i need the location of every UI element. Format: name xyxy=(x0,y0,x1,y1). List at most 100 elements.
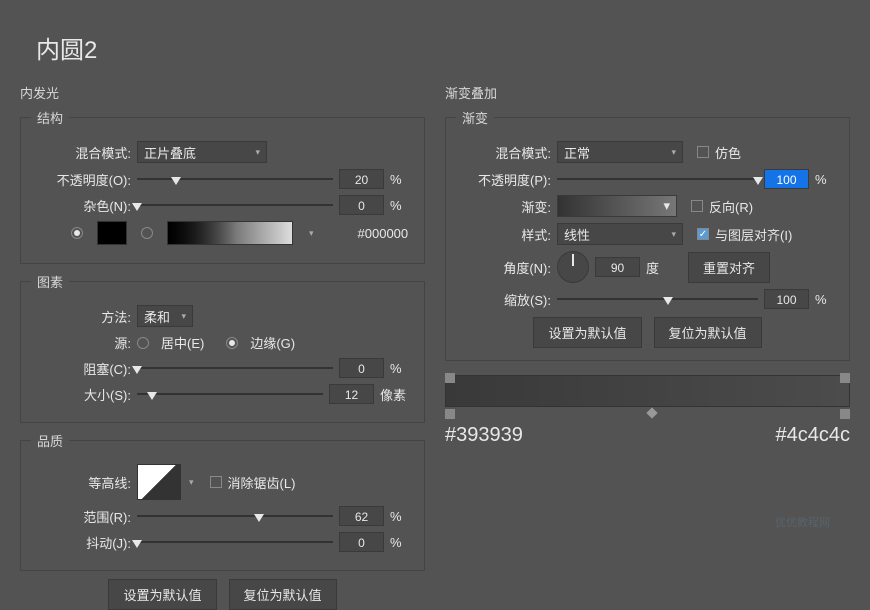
color-hex: #000000 xyxy=(358,226,409,241)
range-unit: % xyxy=(390,509,414,524)
opacity-stop-right[interactable] xyxy=(840,373,850,383)
scale-slider[interactable] xyxy=(557,290,758,308)
size-input[interactable]: 12 xyxy=(329,384,374,404)
reset-default-button[interactable]: 复位为默认值 xyxy=(229,579,337,610)
gradient-preview[interactable] xyxy=(445,375,850,407)
reverse-label: 反向(R) xyxy=(709,197,753,216)
align-label: 与图层对齐(I) xyxy=(715,225,792,244)
angle-label: 角度(N): xyxy=(456,258,551,277)
style-label: 样式: xyxy=(456,225,551,244)
scale-unit: % xyxy=(815,292,839,307)
range-slider[interactable] xyxy=(137,507,333,525)
elements-legend: 图素 xyxy=(31,272,69,291)
noise-unit: % xyxy=(390,198,414,213)
color-stop-right[interactable] xyxy=(840,409,850,419)
go-reset-default-button[interactable]: 复位为默认值 xyxy=(654,317,762,348)
color-stop-left[interactable] xyxy=(445,409,455,419)
source-edge-radio[interactable] xyxy=(226,337,238,349)
noise-slider[interactable] xyxy=(137,196,333,214)
chevron-down-icon: ▾ xyxy=(671,147,676,158)
size-unit: 像素 xyxy=(380,385,414,404)
blend-mode-label: 混合模式: xyxy=(31,143,131,162)
color-radio[interactable] xyxy=(71,227,83,239)
reset-align-button[interactable]: 重置对齐 xyxy=(688,252,770,283)
angle-input[interactable]: 90 xyxy=(595,257,640,277)
go-opacity-label: 不透明度(P): xyxy=(456,170,551,189)
noise-label: 杂色(N): xyxy=(31,196,131,215)
source-center-label: 居中(E) xyxy=(161,333,204,352)
midpoint-icon[interactable] xyxy=(646,407,657,418)
technique-label: 方法: xyxy=(31,307,131,326)
gradient-radio[interactable] xyxy=(141,227,153,239)
inner-glow-title: 内发光 xyxy=(20,83,425,102)
antialias-label: 消除锯齿(L) xyxy=(228,473,296,492)
stop-hex-left: #393939 xyxy=(445,424,523,447)
gradient-overlay-panel: 渐变叠加 渐变 混合模式: 正常▾ 仿色 不透明度(P): 100 % 渐变: … xyxy=(445,83,850,610)
jitter-label: 抖动(J): xyxy=(31,533,131,552)
reverse-checkbox[interactable] xyxy=(691,200,703,212)
opacity-unit: % xyxy=(390,172,414,187)
gradient-group: 渐变 混合模式: 正常▾ 仿色 不透明度(P): 100 % 渐变: ▾ 反向(… xyxy=(445,108,850,361)
page-title: 内圆2 xyxy=(0,0,870,65)
jitter-input[interactable]: 0 xyxy=(339,532,384,552)
gradient-swatch[interactable] xyxy=(167,221,293,245)
opacity-label: 不透明度(O): xyxy=(31,170,131,189)
chevron-down-icon: ▾ xyxy=(671,229,676,240)
gradient-editor[interactable]: #393939 #4c4c4c xyxy=(445,375,850,407)
antialias-checkbox[interactable] xyxy=(210,476,222,488)
structure-legend: 结构 xyxy=(31,108,69,127)
quality-group: 品质 等高线: ▾ 消除锯齿(L) 范围(R): 62 % 抖动(J): 0 % xyxy=(20,431,425,571)
chevron-down-icon: ▾ xyxy=(181,311,186,322)
gradient-dropdown[interactable]: ▾ xyxy=(557,195,677,217)
dither-checkbox[interactable] xyxy=(697,146,709,158)
chevron-down-icon: ▾ xyxy=(663,198,670,214)
color-swatch[interactable] xyxy=(97,221,127,245)
go-blend-mode-dropdown[interactable]: 正常▾ xyxy=(557,141,683,163)
size-label: 大小(S): xyxy=(31,385,131,404)
jitter-unit: % xyxy=(390,535,414,550)
choke-slider[interactable] xyxy=(137,359,333,377)
go-opacity-input[interactable]: 100 xyxy=(764,169,809,189)
chevron-down-icon: ▾ xyxy=(255,147,260,158)
size-slider[interactable] xyxy=(137,385,323,403)
opacity-stop-left[interactable] xyxy=(445,373,455,383)
go-blend-mode-label: 混合模式: xyxy=(456,143,551,162)
gradient-label: 渐变: xyxy=(456,197,551,216)
contour-label: 等高线: xyxy=(31,473,131,492)
range-input[interactable]: 62 xyxy=(339,506,384,526)
opacity-slider[interactable] xyxy=(137,170,333,188)
chevron-down-icon: ▾ xyxy=(309,228,314,239)
align-checkbox[interactable] xyxy=(697,228,709,240)
blend-mode-dropdown[interactable]: 正片叠底▾ xyxy=(137,141,267,163)
gradient-legend: 渐变 xyxy=(456,108,494,127)
scale-label: 缩放(S): xyxy=(456,290,551,309)
noise-input[interactable]: 0 xyxy=(339,195,384,215)
structure-group: 结构 混合模式: 正片叠底▾ 不透明度(O): 20 % 杂色(N): 0 % … xyxy=(20,108,425,264)
scale-input[interactable]: 100 xyxy=(764,289,809,309)
choke-input[interactable]: 0 xyxy=(339,358,384,378)
quality-legend: 品质 xyxy=(31,431,69,450)
go-opacity-slider[interactable] xyxy=(557,170,758,188)
stop-hex-right: #4c4c4c xyxy=(776,424,851,447)
dither-label: 仿色 xyxy=(715,143,741,162)
source-edge-label: 边缘(G) xyxy=(250,333,295,352)
angle-dial[interactable] xyxy=(557,251,589,283)
elements-group: 图素 方法: 柔和▾ 源: 居中(E) 边缘(G) 阻塞(C): 0 % 大小(… xyxy=(20,272,425,423)
angle-unit: 度 xyxy=(646,258,670,277)
go-opacity-unit: % xyxy=(815,172,839,187)
watermark: 优优教程网 xyxy=(775,514,830,530)
opacity-input[interactable]: 20 xyxy=(339,169,384,189)
source-label: 源: xyxy=(31,333,131,352)
choke-unit: % xyxy=(390,361,414,376)
contour-picker[interactable] xyxy=(137,464,181,500)
inner-glow-panel: 内发光 结构 混合模式: 正片叠底▾ 不透明度(O): 20 % 杂色(N): … xyxy=(20,83,425,610)
source-center-radio[interactable] xyxy=(137,337,149,349)
technique-dropdown[interactable]: 柔和▾ xyxy=(137,305,193,327)
set-default-button[interactable]: 设置为默认值 xyxy=(108,579,216,610)
jitter-slider[interactable] xyxy=(137,533,333,551)
style-dropdown[interactable]: 线性▾ xyxy=(557,223,683,245)
chevron-down-icon: ▾ xyxy=(189,477,194,488)
range-label: 范围(R): xyxy=(31,507,131,526)
go-set-default-button[interactable]: 设置为默认值 xyxy=(533,317,641,348)
gradient-overlay-title: 渐变叠加 xyxy=(445,83,850,102)
